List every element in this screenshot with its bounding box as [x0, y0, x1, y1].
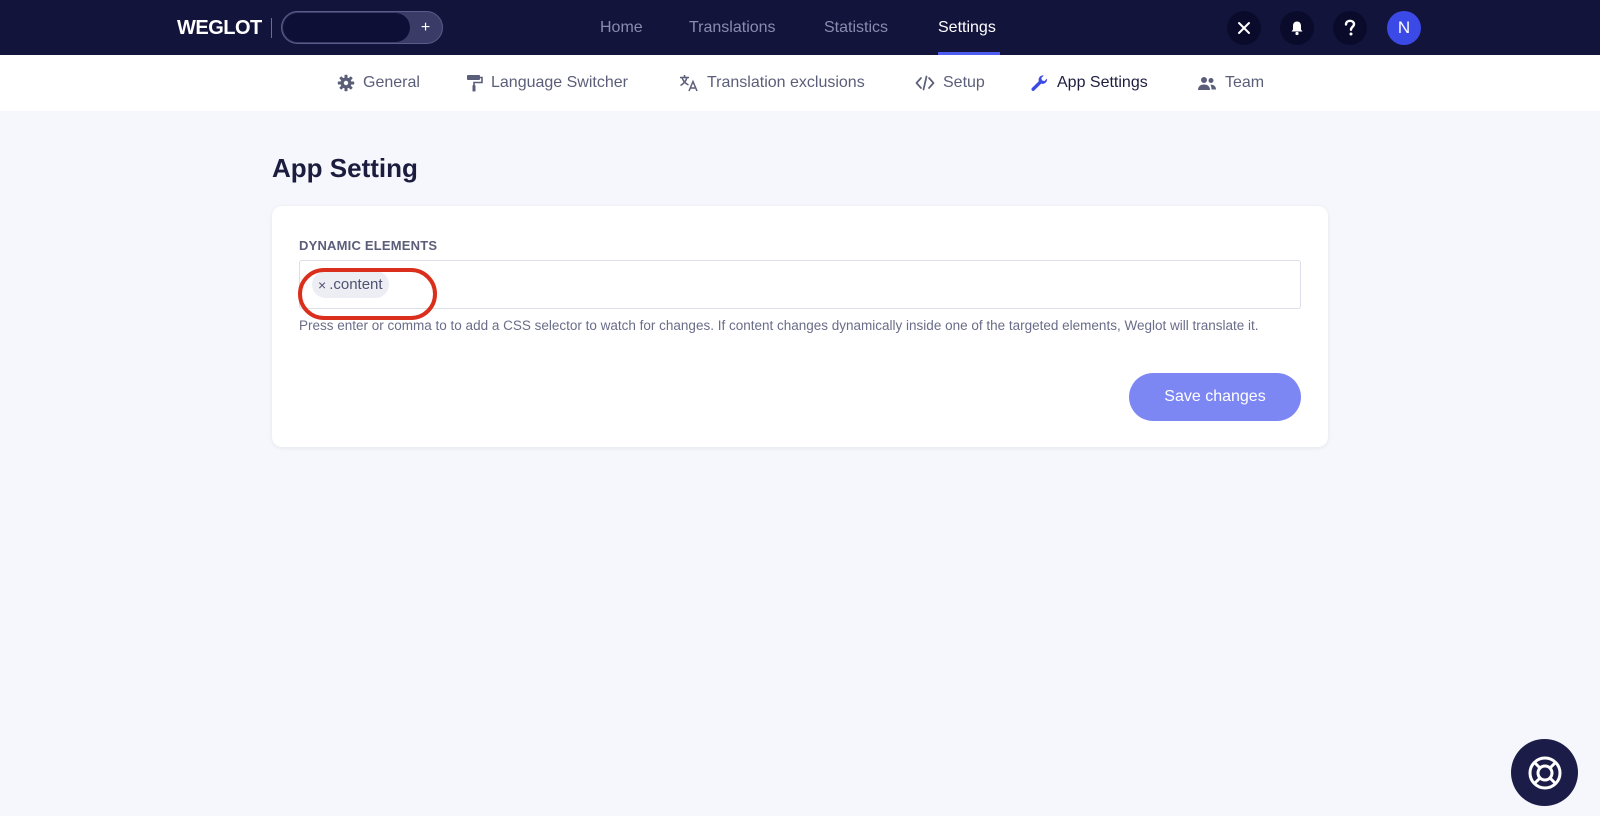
translate-icon [680, 75, 698, 92]
gear-icon [337, 74, 355, 92]
paint-roller-icon [467, 75, 483, 92]
dynamic-elements-helper-text: Press enter or comma to to add a CSS sel… [299, 318, 1259, 333]
tab-team-label: Team [1225, 74, 1265, 91]
team-icon [1198, 76, 1216, 90]
page-title: App Setting [272, 153, 418, 183]
user-avatar[interactable]: N [1387, 11, 1421, 45]
help-button[interactable] [1333, 11, 1367, 45]
nav-settings[interactable]: Settings [938, 0, 996, 55]
lifebuoy-icon [1528, 756, 1561, 789]
close-icon [1238, 22, 1250, 34]
tab-app-settings[interactable]: App Settings [1030, 55, 1148, 111]
nav-home[interactable]: Home [600, 0, 643, 55]
nav-statistics[interactable]: Statistics [824, 0, 888, 55]
nav-translations[interactable]: Translations [689, 0, 776, 55]
highlight-annotation [298, 268, 437, 320]
top-navbar: WEGLOT + Home Translations Statistics Se… [0, 0, 1600, 55]
selector-tag: × .content [298, 268, 437, 320]
tab-language-switcher-label: Language Switcher [491, 74, 628, 91]
tab-app-settings-label: App Settings [1057, 74, 1148, 91]
weglot-logo[interactable]: WEGLOT [177, 17, 262, 40]
tab-general-label: General [363, 74, 420, 91]
tab-setup[interactable]: Setup [915, 55, 985, 111]
settings-subnav: General Language Switcher Translation ex… [0, 55, 1600, 111]
logo-separator [271, 18, 272, 38]
tab-language-switcher[interactable]: Language Switcher [466, 55, 628, 111]
tab-setup-label: Setup [943, 74, 985, 91]
notifications-button[interactable] [1280, 11, 1314, 45]
dynamic-elements-input[interactable]: × .content [298, 260, 1301, 320]
question-icon [1344, 19, 1356, 36]
support-button[interactable] [1511, 739, 1578, 806]
add-project-button[interactable]: + [410, 13, 441, 42]
tab-translation-exclusions[interactable]: Translation exclusions [679, 55, 865, 111]
close-button[interactable] [1227, 11, 1261, 45]
bell-icon [1291, 21, 1303, 36]
tab-general[interactable]: General [337, 55, 420, 111]
save-changes-button[interactable]: Save changes [1129, 373, 1301, 421]
tab-translation-exclusions-label: Translation exclusions [707, 74, 865, 91]
app-settings-card: DYNAMIC ELEMENTS × .content Press enter … [272, 206, 1328, 447]
code-icon [915, 75, 935, 91]
wrench-icon [1031, 74, 1048, 91]
project-select[interactable] [283, 13, 410, 42]
dynamic-elements-label: DYNAMIC ELEMENTS [299, 238, 438, 253]
tab-team[interactable]: Team [1197, 55, 1264, 111]
